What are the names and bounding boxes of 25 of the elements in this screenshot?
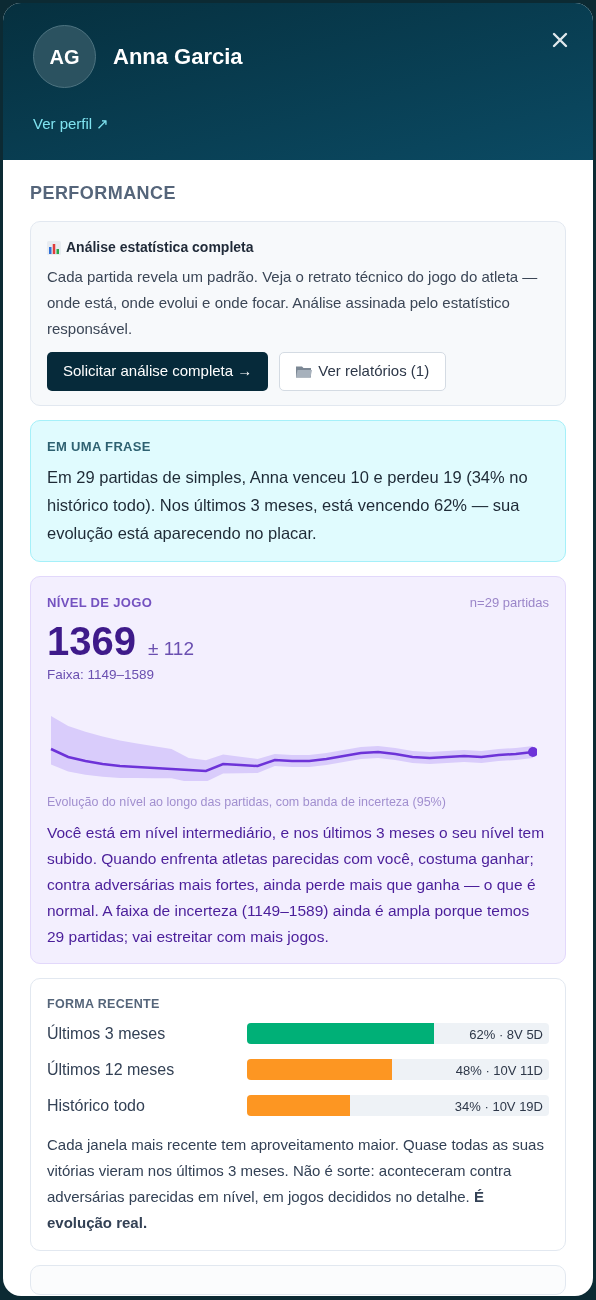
section-title: PERFORMANCE: [30, 182, 177, 205]
analysis-title: Análise estatística completa: [66, 238, 254, 257]
level-label: NÍVEL DE JOGO: [47, 593, 153, 612]
rating-margin: ± 112: [148, 637, 194, 661]
win-rate-reading: 62% · 8V 5D: [469, 1026, 543, 1045]
summary-text: Em 29 partidas de simples, Anna venceu 10 e perdeu 19 (34% no histórico todo). Nos últimos 3 meses, está vencendo 62% — sua evolução está aparecendo no placar.: [47, 466, 529, 544]
period-label: Últimos 3 meses: [47, 1023, 167, 1044]
period-label: Últimos 12 meses: [47, 1059, 176, 1080]
win-rate-reading: 48% · 10V 11D: [455, 1062, 543, 1081]
form-label: FORMA RECENTE: [47, 996, 161, 1013]
profile-name: Anna Garcia: [113, 43, 243, 71]
sample-size: n=29 partidas: [469, 593, 549, 612]
chart-caption: Evolução do nível ao longo das partidas, com banda de incerteza (95%): [47, 794, 447, 812]
summary-label: EM UMA FRASE: [47, 438, 152, 456]
form-explanation: Cada janela mais recente tem aproveitamento maior. Quase todas as suas vitórias vieram nos últimos 3 meses. Não é sorte: aconteceram contra adversárias parecidas em nível, em jogos decididos no detalhe. É evolução real.: [47, 1134, 545, 1233]
period-label: Histórico todo: [47, 1095, 146, 1116]
view-reports-button[interactable]: Ver relatórios (1): [279, 352, 447, 391]
rating-value: 1369: [47, 618, 136, 664]
level-explanation: Você está em nível intermediário, e nos últimos 3 meses o seu nível tem subido. Quando enfrenta atletas parecidas com você, costuma ganhar; contra adversárias mais fortes, ainda perde mais que ganha — o que é normal. A faixa de incerteza (1149–1589) ainda é ampla porque temos 29 partidas; vai estreitar com mais jogos.: [47, 823, 546, 947]
win-rate-reading: 34% · 10V 19D: [454, 1098, 543, 1117]
analysis-description: Cada partida revela um padrão. Veja o retrato técnico do jogo do atleta — onde está, onde evolui e onde focar. Análise assinada pelo estatístico responsável.: [47, 267, 539, 339]
rating-range: Faixa: 1149–1589: [47, 666, 156, 684]
request-analysis-button[interactable]: Solicitar análise completa →: [47, 352, 269, 391]
avatar: AG: [33, 25, 96, 88]
profile-link[interactable]: Ver perfil ↗: [33, 113, 110, 136]
